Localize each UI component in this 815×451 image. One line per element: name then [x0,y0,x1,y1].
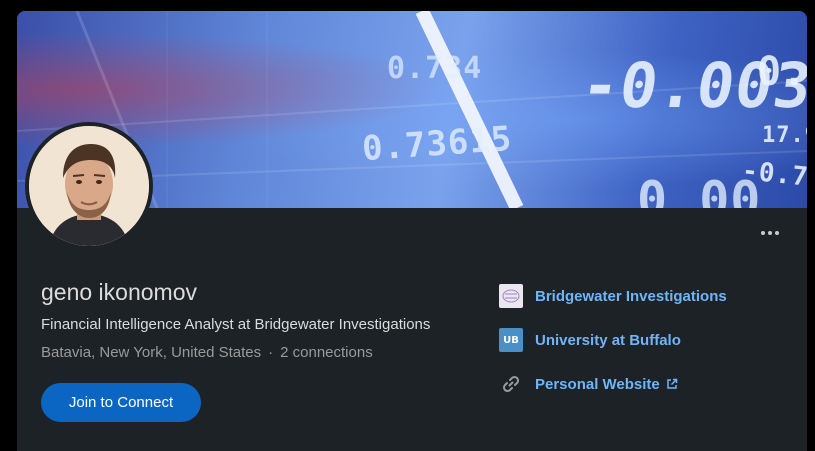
profile-card: -0.0036 0.7 0.73615 0.734 17.9 -0.734 0.… [17,11,807,451]
join-to-connect-button[interactable]: Join to Connect [41,383,201,422]
link-personal-website[interactable]: Personal Website [499,371,678,397]
link-icon [499,372,523,396]
link-label: Personal Website [535,375,660,393]
ellipsis-icon [768,231,772,235]
profile-name: geno ikonomov [41,279,197,305]
school-logo-icon: UB [499,328,523,352]
link-company[interactable]: Bridgewater Investigations [499,283,727,309]
profile-photo [29,126,149,246]
ellipsis-icon [775,231,779,235]
link-label: Bridgewater Investigations [535,287,727,305]
link-label: University at Buffalo [535,331,681,349]
link-school[interactable]: UB University at Buffalo [499,327,681,353]
cover-number: 0.734 [387,51,483,86]
company-logo-icon [499,284,523,308]
profile-meta: Batavia, New York, United States · 2 conne… [41,344,373,361]
cover-number: 0.00 [637,171,762,208]
avatar[interactable] [25,122,153,250]
meta-separator: · [268,344,274,361]
cover-number: 0.7 [757,49,807,95]
ellipsis-icon [761,231,765,235]
external-link-icon [666,378,678,390]
profile-headline: Financial Intelligence Analyst at Bridge… [41,316,431,333]
more-options-button[interactable] [755,223,785,243]
profile-location: Batavia, New York, United States [41,344,262,361]
profile-connections: 2 connections [280,344,373,361]
cover-number: 17.9 [762,123,807,148]
